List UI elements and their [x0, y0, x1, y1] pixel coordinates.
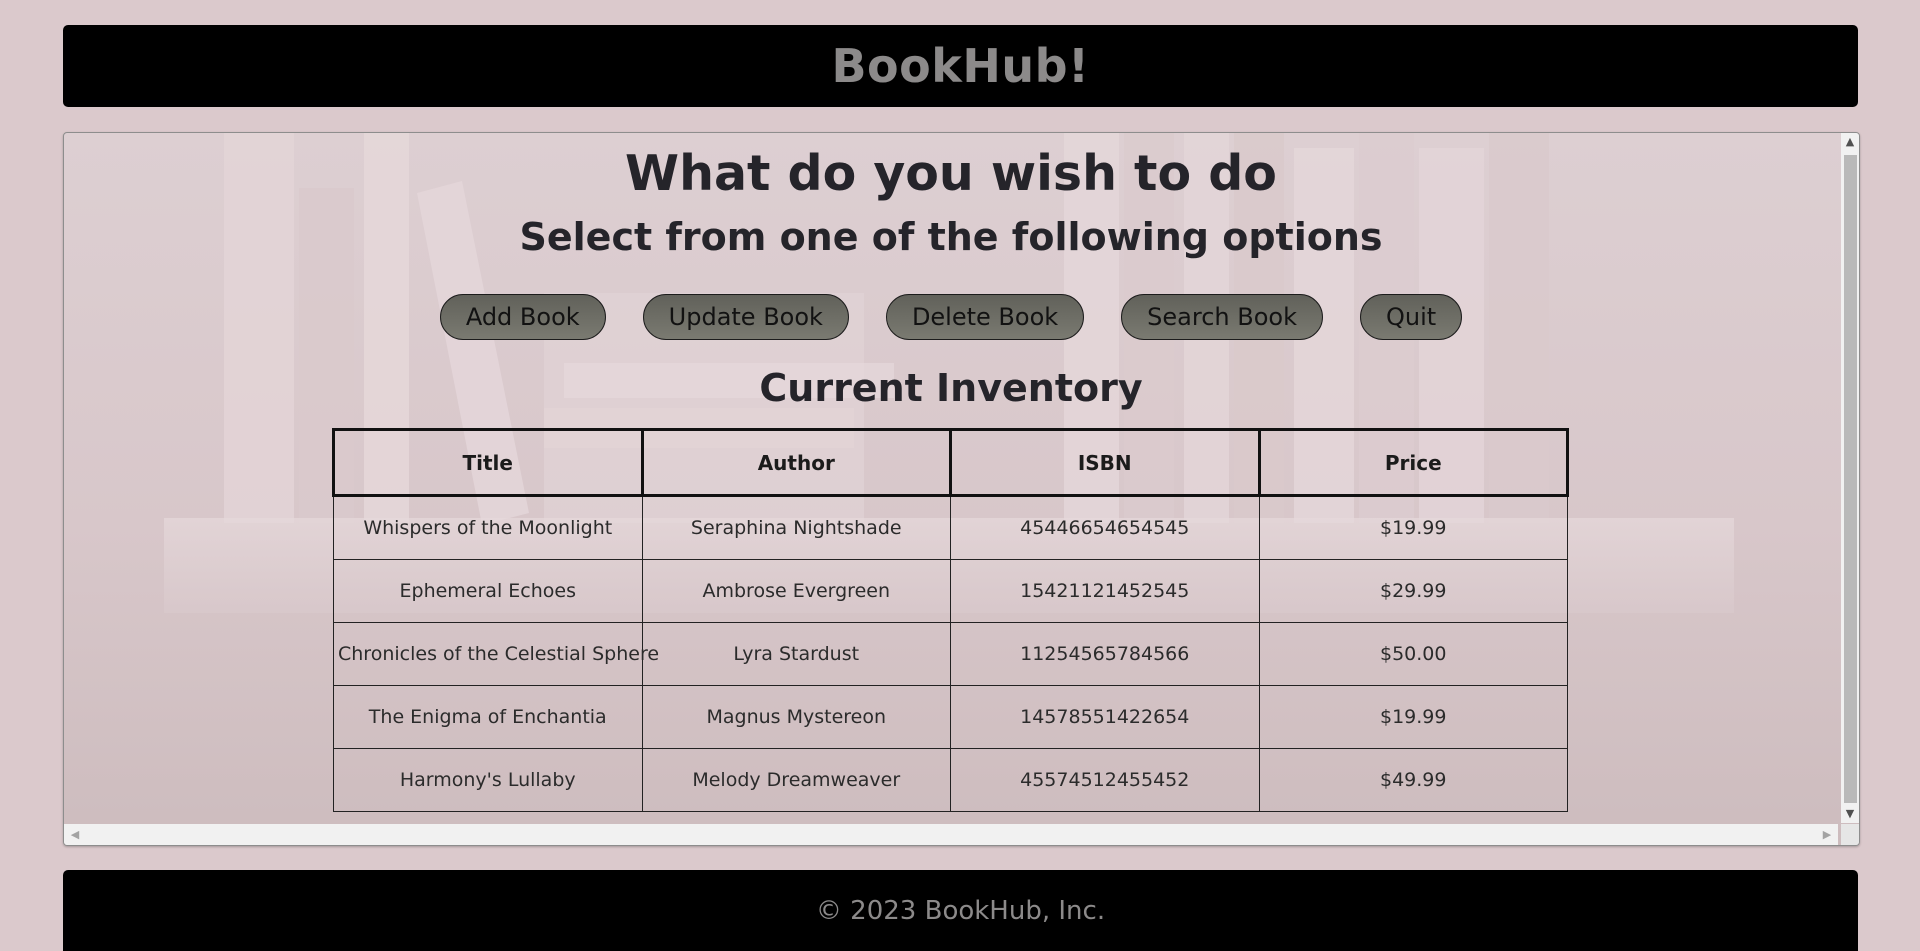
table-row: Harmony's Lullaby Melody Dreamweaver 455…	[333, 748, 1568, 812]
delete-book-button[interactable]: Delete Book	[885, 294, 1085, 340]
page-heading: What do you wish to do	[625, 145, 1277, 202]
cell-isbn: 11254565784566	[950, 622, 1260, 686]
inventory-title: Current Inventory	[759, 366, 1143, 410]
vertical-scroll-thumb[interactable]	[1844, 155, 1857, 803]
quit-button[interactable]: Quit	[1359, 294, 1463, 340]
cell-author: Magnus Mystereon	[641, 685, 951, 749]
cell-author: Lyra Stardust	[641, 622, 951, 686]
cell-price: $19.99	[1258, 685, 1568, 749]
table-row: Whispers of the Moonlight Seraphina Nigh…	[333, 495, 1568, 560]
scrollbar-corner	[1841, 824, 1859, 845]
site-footer: © 2023 BookHub, Inc.	[63, 870, 1858, 951]
table-header-row: Title Author ISBN Price	[332, 428, 1569, 497]
left-arrow-icon[interactable]: ◀	[66, 824, 84, 845]
vertical-scrollbar[interactable]: ▲ ▼	[1841, 133, 1859, 823]
column-header-price: Price	[1257, 428, 1569, 497]
cell-author: Seraphina Nightshade	[641, 495, 951, 560]
down-arrow-icon[interactable]: ▼	[1841, 805, 1859, 823]
table-row: Ephemeral Echoes Ambrose Evergreen 15421…	[333, 559, 1568, 623]
column-header-author: Author	[640, 428, 952, 497]
main-content: What do you wish to do Select from one o…	[64, 133, 1838, 823]
search-book-button[interactable]: Search Book	[1121, 294, 1323, 340]
action-buttons: Add Book Update Book Delete Book Search …	[64, 294, 1838, 340]
cell-price: $49.99	[1258, 748, 1568, 812]
horizontal-scrollbar[interactable]: ◀ ▶	[64, 824, 1838, 845]
cell-isbn: 45446654654545	[950, 495, 1260, 560]
add-book-button[interactable]: Add Book	[439, 294, 606, 340]
cell-title: Whispers of the Moonlight	[333, 495, 643, 560]
table-row: The Enigma of Enchantia Magnus Mystereon…	[333, 685, 1568, 749]
copyright-text: © 2023 BookHub, Inc.	[815, 895, 1106, 926]
cell-isbn: 14578551422654	[950, 685, 1260, 749]
cell-isbn: 45574512455452	[950, 748, 1260, 812]
up-arrow-icon[interactable]: ▲	[1841, 133, 1859, 151]
column-header-title: Title	[332, 428, 644, 497]
cell-title: Chronicles of the Celestial Sphere	[333, 622, 659, 686]
inventory-table: Title Author ISBN Price Whispers of the …	[332, 428, 1569, 812]
column-header-isbn: ISBN	[949, 428, 1261, 497]
update-book-button[interactable]: Update Book	[642, 294, 849, 340]
cell-price: $50.00	[1258, 622, 1568, 686]
cell-isbn: 15421121452545	[950, 559, 1260, 623]
page-subheading: Select from one of the following options	[519, 215, 1383, 259]
cell-title: Harmony's Lullaby	[333, 748, 643, 812]
cell-price: $19.99	[1258, 495, 1568, 560]
table-row: Chronicles of the Celestial Sphere Lyra …	[333, 622, 1568, 686]
cell-author: Ambrose Evergreen	[641, 559, 951, 623]
cell-title: The Enigma of Enchantia	[333, 685, 643, 749]
right-arrow-icon[interactable]: ▶	[1818, 824, 1836, 845]
content-frame: What do you wish to do Select from one o…	[63, 132, 1860, 846]
site-header: BookHub!	[63, 25, 1858, 107]
cell-title: Ephemeral Echoes	[333, 559, 643, 623]
cell-price: $29.99	[1258, 559, 1568, 623]
cell-author: Melody Dreamweaver	[641, 748, 951, 812]
site-title: BookHub!	[831, 39, 1090, 93]
